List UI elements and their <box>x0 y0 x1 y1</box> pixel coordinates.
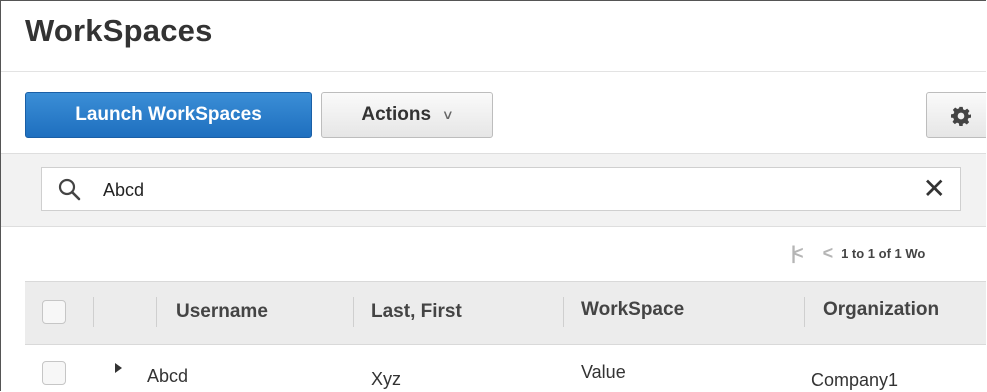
gear-icon <box>951 106 971 126</box>
clear-search-icon[interactable]: ✕ <box>923 172 946 206</box>
prev-page-icon[interactable]: < <box>823 243 834 264</box>
column-header-last-first[interactable]: Last, First <box>371 301 462 323</box>
cell-organization: Company1 <box>811 370 899 390</box>
select-all-checkbox[interactable] <box>42 300 66 324</box>
column-divider <box>353 297 354 327</box>
first-page-icon[interactable]: |< <box>791 243 803 264</box>
actions-label: Actions <box>361 104 432 125</box>
chevron-down-icon: ∨ <box>441 107 455 122</box>
search-input[interactable]: Abcd ✕ <box>41 167 961 211</box>
actions-dropdown-button[interactable]: Actions ∨ <box>321 92 493 138</box>
cell-workspace: Value <box>581 362 626 382</box>
cell-last-first: Xyz <box>371 369 402 389</box>
search-icon <box>58 178 81 201</box>
pagination-info: 1 to 1 of 1 Wo <box>841 245 926 261</box>
title-divider <box>1 71 986 72</box>
column-divider <box>563 297 564 327</box>
column-divider <box>93 297 94 327</box>
column-header-workspace[interactable]: WorkSpace <box>581 299 684 321</box>
launch-workspaces-button[interactable]: Launch WorkSpaces <box>25 92 312 138</box>
row-checkbox[interactable] <box>42 361 66 385</box>
column-divider <box>156 297 157 327</box>
settings-button[interactable] <box>926 92 986 138</box>
column-divider <box>804 297 805 327</box>
page-title: WorkSpaces <box>25 13 213 48</box>
search-value: Abcd <box>103 180 145 200</box>
column-header-organization[interactable]: Organization <box>823 299 939 321</box>
column-header-username[interactable]: Username <box>176 301 268 323</box>
cell-username[interactable]: Abcd <box>147 366 188 387</box>
expand-row-icon[interactable] <box>115 363 122 373</box>
workspaces-console: WorkSpaces Launch WorkSpaces Actions ∨ A… <box>0 0 986 391</box>
launch-workspaces-label: Launch WorkSpaces <box>75 104 262 125</box>
pagination: |< < 1 to 1 of 1 Wo <box>791 241 925 265</box>
